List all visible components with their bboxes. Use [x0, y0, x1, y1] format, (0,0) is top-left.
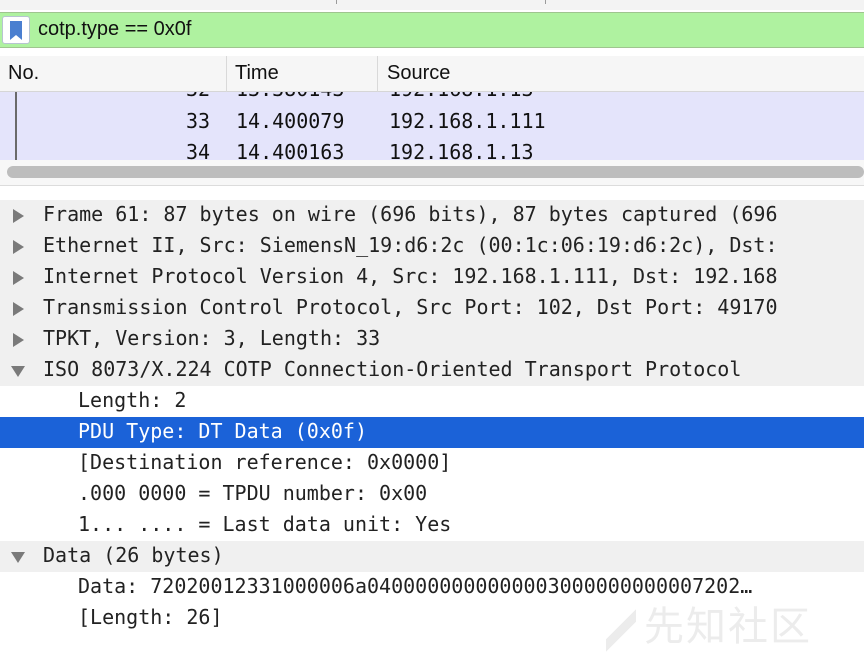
watermark-logo-icon	[606, 606, 636, 652]
tree-row[interactable]: TPKT, Version: 3, Length: 33	[0, 324, 864, 355]
tree-row[interactable]: 1... .... = Last data unit: Yes	[0, 510, 864, 541]
column-divider[interactable]	[377, 56, 378, 92]
filter-bookmark-button[interactable]	[2, 16, 30, 44]
packet-source: 192.168.1.13	[389, 92, 534, 101]
collapse-arrow-icon[interactable]	[11, 550, 25, 564]
packet-list-header: No. Time Source	[0, 56, 864, 92]
tree-row[interactable]: PDU Type: DT Data (0x0f)	[0, 417, 864, 448]
tree-row[interactable]: Ethernet II, Src: SiemensN_19:d6:2c (00:…	[0, 231, 864, 262]
packet-no: 33	[186, 109, 211, 133]
bookmark-icon	[10, 21, 22, 40]
watermark-text: 先知社区	[644, 604, 812, 650]
tree-row[interactable]: .000 0000 = TPDU number: 0x00	[0, 479, 864, 510]
display-filter-input[interactable]: cotp.type == 0x0f	[38, 18, 191, 41]
packet-no: 32	[186, 92, 210, 101]
watermark: 先知社区	[606, 594, 812, 652]
packet-time: 14.400163	[236, 140, 345, 160]
scrollbar-thumb[interactable]	[7, 166, 864, 178]
tree-row-label: PDU Type: DT Data (0x0f)	[78, 419, 367, 443]
toolbar-separator	[336, 0, 337, 4]
tree-row-label: [Length: 26]	[78, 605, 223, 629]
tree-row[interactable]: Frame 61: 87 bytes on wire (696 bits), 8…	[0, 200, 864, 231]
tree-row-label: [Destination reference: 0x0000]	[78, 450, 452, 474]
toolbar-separator	[545, 0, 546, 4]
packet-no: 34	[186, 140, 211, 160]
packet-list: 32 13.380143 192.168.1.13 33 14.400079 1…	[0, 92, 864, 160]
packet-source: 192.168.1.13	[389, 140, 534, 160]
column-header-source[interactable]: Source	[387, 62, 450, 85]
tree-row-label: TPKT, Version: 3, Length: 33	[43, 326, 381, 350]
tree-row[interactable]: Internet Protocol Version 4, Src: 192.16…	[0, 262, 864, 293]
tree-row-label: Length: 2	[78, 388, 187, 412]
expand-arrow-icon[interactable]	[11, 209, 25, 223]
packet-row[interactable]: 34 14.400163 192.168.1.13	[0, 139, 864, 160]
column-header-no[interactable]: No.	[8, 62, 39, 85]
tree-row[interactable]: Length: 2	[0, 386, 864, 417]
packet-details-tree: Frame 61: 87 bytes on wire (696 bits), 8…	[0, 200, 864, 658]
tree-row-label: 1... .... = Last data unit: Yes	[78, 512, 452, 536]
expand-arrow-icon[interactable]	[11, 271, 25, 285]
tree-row[interactable]: Transmission Control Protocol, Src Port:…	[0, 293, 864, 324]
tree-row[interactable]: Data (26 bytes)	[0, 541, 864, 572]
collapse-arrow-icon[interactable]	[11, 364, 25, 378]
display-filter-bar[interactable]: cotp.type == 0x0f	[0, 12, 864, 48]
tree-row-label: Transmission Control Protocol, Src Port:…	[43, 295, 778, 319]
tree-row-label: ISO 8073/X.224 COTP Connection-Oriented …	[43, 357, 742, 381]
packet-row[interactable]: 32 13.380143 192.168.1.13	[0, 92, 864, 106]
column-divider[interactable]	[226, 56, 227, 92]
packet-source: 192.168.1.111	[389, 109, 546, 133]
top-strip	[0, 0, 864, 10]
tree-row-label: .000 0000 = TPDU number: 0x00	[78, 481, 428, 505]
expand-arrow-icon[interactable]	[11, 302, 25, 316]
packet-row[interactable]: 33 14.400079 192.168.1.111	[0, 108, 864, 138]
tree-row-label: Data (26 bytes)	[43, 543, 224, 567]
tree-row[interactable]: [Destination reference: 0x0000]	[0, 448, 864, 479]
packet-time: 14.400079	[236, 109, 345, 133]
tree-row-label: Ethernet II, Src: SiemensN_19:d6:2c (00:…	[43, 233, 778, 257]
horizontal-scrollbar[interactable]	[0, 160, 864, 186]
expand-arrow-icon[interactable]	[11, 240, 25, 254]
tree-row[interactable]: ISO 8073/X.224 COTP Connection-Oriented …	[0, 355, 864, 386]
packet-time: 13.380143	[236, 92, 344, 101]
tree-row-label: Internet Protocol Version 4, Src: 192.16…	[43, 264, 778, 288]
expand-arrow-icon[interactable]	[11, 333, 25, 347]
tree-row-label: Frame 61: 87 bytes on wire (696 bits), 8…	[43, 202, 778, 226]
column-header-time[interactable]: Time	[235, 62, 279, 85]
